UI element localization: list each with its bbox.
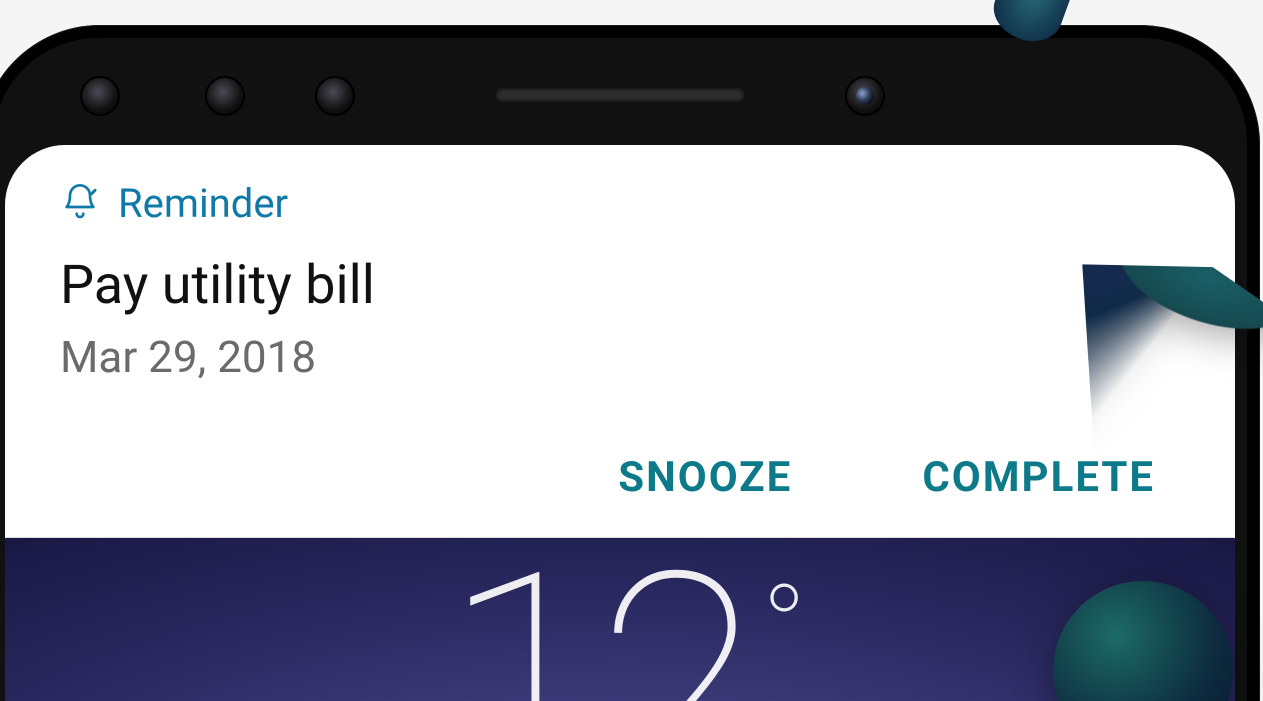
phone-screen: Reminder Pay utility bill Mar 29, 2018 S…	[5, 145, 1235, 701]
reminder-bell-icon	[60, 182, 100, 226]
notification-date: Mar 29, 2018	[60, 331, 1180, 383]
speaker-grill	[495, 88, 745, 102]
snooze-button[interactable]: SNOOZE	[618, 453, 792, 502]
phone-frame: Reminder Pay utility bill Mar 29, 2018 S…	[0, 25, 1260, 701]
sensor-icon	[205, 76, 245, 116]
sensor-icon	[80, 76, 120, 116]
lockscreen-temperature: 12 °	[443, 535, 797, 701]
notification-app-name: Reminder	[118, 180, 288, 227]
complete-button[interactable]: COMPLETE	[922, 453, 1155, 502]
reminder-notification[interactable]: Reminder Pay utility bill Mar 29, 2018 S…	[5, 145, 1235, 538]
phone-inner-frame: Reminder Pay utility bill Mar 29, 2018 S…	[0, 38, 1247, 701]
temperature-value: 12	[443, 535, 751, 701]
notification-header: Reminder	[60, 180, 1180, 227]
notification-title: Pay utility bill	[60, 255, 1180, 317]
phone-top-bezel	[5, 50, 1235, 145]
front-camera-icon	[845, 76, 885, 116]
sensor-icon	[315, 76, 355, 116]
degree-icon: °	[761, 560, 797, 700]
notification-actions: SNOOZE COMPLETE	[60, 453, 1180, 502]
